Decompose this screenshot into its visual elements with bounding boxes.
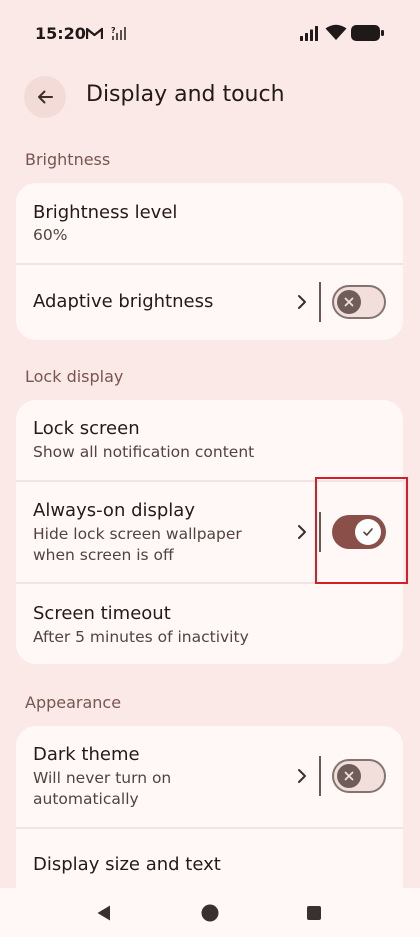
dark-theme-subtitle-1: Will never turn on bbox=[33, 769, 172, 787]
battery-icon bbox=[351, 25, 384, 41]
toggle-knob bbox=[337, 290, 361, 314]
brightness-level-row[interactable]: Brightness level 60% bbox=[16, 183, 403, 263]
vertical-divider bbox=[319, 282, 321, 322]
section-header-lock-display: Lock display bbox=[25, 367, 124, 386]
brightness-level-title: Brightness level bbox=[33, 202, 178, 223]
gmail-icon bbox=[86, 27, 103, 39]
signal-icon bbox=[300, 26, 318, 41]
brightness-level-value: 60% bbox=[33, 226, 68, 244]
chevron-right-icon bbox=[298, 295, 306, 309]
section-header-appearance: Appearance bbox=[25, 693, 122, 712]
always-on-display-title: Always-on display bbox=[33, 500, 195, 521]
navigation-bar bbox=[0, 888, 420, 937]
close-icon bbox=[344, 297, 354, 307]
screen-timeout-row[interactable]: Screen timeout After 5 minutes of inacti… bbox=[16, 584, 403, 664]
dark-theme-subtitle-2: automatically bbox=[33, 790, 139, 808]
screen-timeout-subtitle: After 5 minutes of inactivity bbox=[33, 628, 249, 646]
adaptive-brightness-toggle[interactable] bbox=[332, 285, 386, 319]
dark-theme-title: Dark theme bbox=[33, 744, 140, 765]
lock-screen-subtitle: Show all notification content bbox=[33, 443, 255, 461]
dark-theme-row[interactable]: Dark theme Will never turn on automatica… bbox=[16, 726, 403, 826]
svg-text:?: ? bbox=[111, 26, 116, 35]
nav-home-button[interactable] bbox=[199, 902, 221, 924]
lock-screen-row[interactable]: Lock screen Show all notification conten… bbox=[16, 400, 403, 480]
nav-recents-button[interactable] bbox=[303, 902, 325, 924]
home-circle-icon bbox=[201, 904, 219, 922]
lock-screen-title: Lock screen bbox=[33, 418, 140, 439]
highlight-box bbox=[315, 477, 408, 584]
display-size-title: Display size and text bbox=[33, 854, 221, 875]
screen-timeout-title: Screen timeout bbox=[33, 603, 171, 624]
back-button[interactable] bbox=[24, 76, 66, 118]
vertical-divider bbox=[319, 756, 321, 796]
always-on-display-subtitle-1: Hide lock screen wallpaper bbox=[33, 525, 242, 543]
back-triangle-icon bbox=[97, 905, 110, 921]
wifi-icon bbox=[325, 24, 347, 40]
page-title: Display and touch bbox=[86, 82, 285, 107]
adaptive-brightness-title: Adaptive brightness bbox=[33, 291, 214, 312]
top-app-bar: Display and touch bbox=[0, 70, 420, 122]
nav-back-button[interactable] bbox=[93, 902, 115, 924]
dark-theme-toggle[interactable] bbox=[332, 759, 386, 793]
chevron-right-icon bbox=[298, 769, 306, 783]
toggle-knob bbox=[337, 764, 361, 788]
status-bar: 15:20 ? bbox=[0, 0, 420, 66]
no-signal-icon: ? bbox=[111, 26, 126, 40]
adaptive-brightness-row[interactable]: Adaptive brightness bbox=[16, 265, 403, 340]
arrow-back-icon bbox=[38, 90, 53, 104]
chevron-right-icon bbox=[298, 525, 306, 539]
close-icon bbox=[344, 771, 354, 781]
recents-square-icon bbox=[307, 906, 321, 920]
status-time: 15:20 bbox=[35, 24, 86, 43]
always-on-display-subtitle-2: when screen is off bbox=[33, 546, 174, 564]
brightness-card: Brightness level 60% Adaptive brightness bbox=[16, 183, 403, 340]
section-header-brightness: Brightness bbox=[25, 150, 111, 169]
